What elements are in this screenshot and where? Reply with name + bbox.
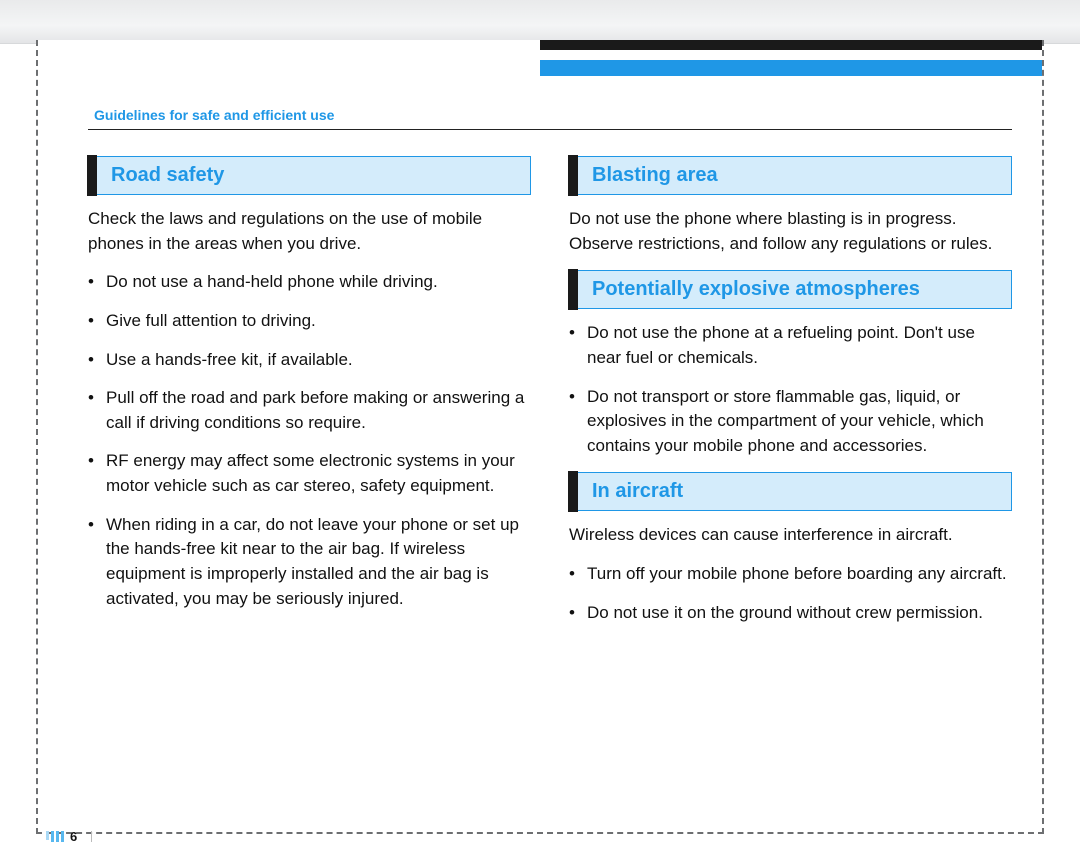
list-item: Do not transport or store flammable gas,…	[569, 385, 1012, 459]
aircraft-intro: Wireless devices can cause interference …	[569, 523, 1012, 548]
list-item: Turn off your mobile phone before boardi…	[569, 562, 1012, 587]
list-item: Use a hands-free kit, if available.	[88, 348, 531, 373]
explosive-bullets: Do not use the phone at a refueling poin…	[569, 321, 1012, 458]
two-column-layout: Road safety Check the laws and regulatio…	[88, 156, 1012, 639]
list-item: Do not use the phone at a refueling poin…	[569, 321, 1012, 370]
heading-blasting-area: Blasting area	[569, 156, 1012, 195]
left-column: Road safety Check the laws and regulatio…	[88, 156, 531, 639]
list-item: Do not use a hand-held phone while drivi…	[88, 270, 531, 295]
page-number: 6	[70, 829, 77, 844]
aircraft-bullets: Turn off your mobile phone before boardi…	[569, 562, 1012, 625]
list-item: Pull off the road and park before making…	[88, 386, 531, 435]
page-content: Guidelines for safe and efficient use Ro…	[38, 42, 1042, 832]
page-marker-bars-icon	[46, 831, 64, 842]
list-item: Do not use it on the ground without crew…	[569, 601, 1012, 626]
page-crop-box: Guidelines for safe and efficient use Ro…	[36, 40, 1044, 834]
road-safety-intro: Check the laws and regulations on the us…	[88, 207, 531, 256]
list-item: Give full attention to driving.	[88, 309, 531, 334]
heading-in-aircraft: In aircraft	[569, 472, 1012, 511]
right-column: Blasting area Do not use the phone where…	[569, 156, 1012, 639]
road-safety-bullets: Do not use a hand-held phone while drivi…	[88, 270, 531, 611]
list-item: RF energy may affect some electronic sys…	[88, 449, 531, 498]
top-gradient-strip	[0, 0, 1080, 44]
header-rule	[88, 129, 1012, 130]
list-item: When riding in a car, do not leave your …	[88, 513, 531, 612]
heading-explosive-atmospheres: Potentially explosive atmospheres	[569, 270, 1012, 309]
page-marker-tail	[91, 831, 92, 842]
heading-road-safety: Road safety	[88, 156, 531, 195]
page-number-marker: 6	[46, 829, 92, 844]
blasting-para: Do not use the phone where blasting is i…	[569, 207, 1012, 256]
section-title: Guidelines for safe and efficient use	[94, 107, 1012, 123]
